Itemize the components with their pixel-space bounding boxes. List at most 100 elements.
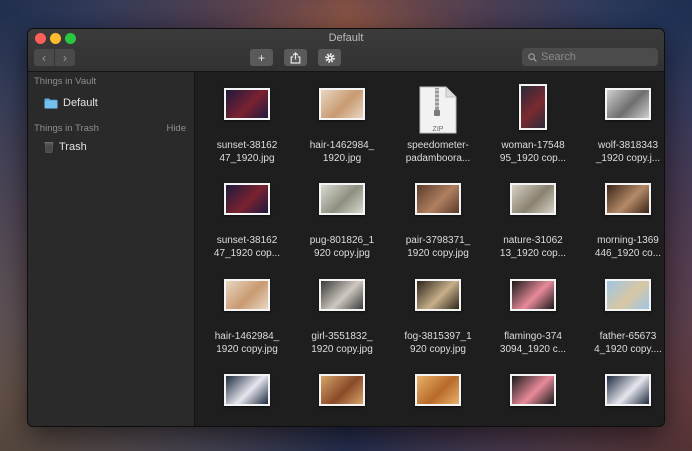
file-name-line: padamboora... [405, 153, 471, 164]
sidebar-item-trash[interactable]: Trash [44, 141, 87, 153]
search-icon [528, 52, 537, 62]
file-item[interactable] [582, 364, 664, 426]
app-window: Default ‹ › + Search Things in Vault Def… [27, 28, 665, 427]
file-name-line: 1920 copy.jpg [407, 248, 469, 259]
image-thumbnail [319, 88, 365, 120]
image-thumbnail [415, 374, 461, 406]
file-item[interactable] [392, 364, 484, 426]
file-thumbnail-wrap [296, 183, 388, 215]
image-thumbnail [224, 88, 270, 120]
file-thumbnail-wrap [201, 374, 293, 406]
file-grid: sunset-38162 47_1920.jpg hair-1462984_ 1920… [195, 72, 664, 426]
file-item[interactable]: father-65673 4_1920 copy.... [582, 269, 664, 359]
sidebar-item-default[interactable]: Default [44, 97, 98, 109]
file-item[interactable]: fog-3815397_1 920 copy.jpg [392, 269, 484, 359]
file-item[interactable]: hair-1462984_ 1920 copy.jpg [201, 269, 293, 359]
sidebar: Things in Vault Default Things in Trash … [28, 72, 195, 426]
file-thumbnail-wrap [582, 183, 664, 215]
image-thumbnail [415, 279, 461, 311]
file-item[interactable]: pug-801826_1 920 copy.jpg [296, 173, 388, 263]
file-item[interactable]: morning-1369 446_1920 co... [582, 173, 664, 263]
image-thumbnail [510, 183, 556, 215]
file-name-line: 1920.jpg [322, 153, 362, 164]
image-thumbnail [510, 279, 556, 311]
file-item[interactable]: sunset-38162 47_1920 cop... [201, 173, 293, 263]
file-name-line: 47_1920.jpg [219, 153, 275, 164]
vault-section-header: Things in Vault [34, 76, 97, 87]
title-bar: Default ‹ › + [28, 29, 664, 72]
file-name-line: woman-17548 [501, 140, 565, 151]
image-thumbnail [319, 183, 365, 215]
file-name-line: hair-1462984_ [214, 331, 280, 342]
file-name-line: 3094_1920 c... [499, 344, 567, 355]
image-thumbnail [605, 88, 651, 120]
file-item[interactable]: nature-31062 13_1920 cop... [487, 173, 579, 263]
file-name-line: girl-3551832_ [311, 331, 373, 342]
settings-button[interactable] [318, 49, 341, 66]
file-name-line: 13_1920 cop... [499, 248, 567, 259]
file-thumbnail-wrap [201, 183, 293, 215]
image-thumbnail [319, 279, 365, 311]
file-name-label: flamingo-374 3094_1920 c... [487, 330, 579, 356]
file-thumbnail-wrap [296, 279, 388, 311]
file-name-line: 95_1920 cop... [499, 153, 567, 164]
file-thumbnail-wrap [201, 279, 293, 311]
file-item[interactable]: hair-1462984_ 1920.jpg [296, 78, 388, 168]
file-name-line: 4_1920 copy.... [594, 344, 662, 355]
file-name-line: pug-801826_1 [309, 235, 375, 246]
sidebar-item-label: Default [63, 97, 98, 109]
image-thumbnail [605, 374, 651, 406]
back-button[interactable]: ‹ [34, 49, 54, 66]
file-thumbnail-wrap [201, 88, 293, 120]
file-name-label: wolf-3818343 _1920 copy.j... [582, 139, 664, 165]
forward-button[interactable]: › [55, 49, 75, 66]
file-name-label: morning-1369 446_1920 co... [582, 234, 664, 260]
file-thumbnail-wrap: ZIP [392, 86, 484, 134]
image-thumbnail [510, 374, 556, 406]
file-name-label: father-65673 4_1920 copy.... [582, 330, 664, 356]
plus-icon: + [257, 50, 265, 65]
file-item[interactable] [201, 364, 293, 426]
search-box[interactable] [522, 48, 658, 66]
file-thumbnail-wrap [487, 84, 579, 130]
file-item[interactable]: wolf-3818343 _1920 copy.j... [582, 78, 664, 168]
trash-icon [44, 141, 54, 153]
file-item[interactable] [296, 364, 388, 426]
file-item[interactable]: flamingo-374 3094_1920 c... [487, 269, 579, 359]
file-name-label: girl-3551832_ 1920 copy.jpg [296, 330, 388, 356]
file-name-label: hair-1462984_ 1920 copy.jpg [201, 330, 293, 356]
file-item[interactable]: girl-3551832_ 1920 copy.jpg [296, 269, 388, 359]
share-button[interactable] [284, 49, 307, 66]
add-item-button[interactable]: + [250, 49, 273, 66]
file-name-line: 920 copy.jpg [314, 248, 370, 259]
file-name-line: wolf-3818343 [597, 140, 659, 151]
file-item[interactable]: ZIP speedometer-padamboora... [392, 78, 484, 168]
file-item[interactable] [487, 364, 579, 426]
file-thumbnail-wrap [392, 279, 484, 311]
file-thumbnail-wrap [392, 183, 484, 215]
file-name-label: nature-31062 13_1920 cop... [487, 234, 579, 260]
image-thumbnail [224, 183, 270, 215]
file-thumbnail-wrap [487, 374, 579, 406]
file-name-label: woman-17548 95_1920 cop... [487, 139, 579, 165]
zip-badge: ZIP [432, 126, 444, 133]
folder-icon [44, 98, 58, 109]
file-thumbnail-wrap [582, 279, 664, 311]
file-item[interactable]: woman-17548 95_1920 cop... [487, 78, 579, 168]
chevron-left-icon: ‹ [42, 50, 46, 65]
search-input[interactable] [541, 51, 651, 63]
file-item[interactable]: pair-3798371_ 1920 copy.jpg [392, 173, 484, 263]
file-name-line: pair-3798371_ [405, 235, 471, 246]
file-thumbnail-wrap [582, 374, 664, 406]
file-name-label: pug-801826_1 920 copy.jpg [296, 234, 388, 260]
file-name-line: 920 copy.jpg [410, 344, 466, 355]
file-name-line: 47_1920 cop... [213, 248, 281, 259]
trash-section-header: Things in Trash [34, 123, 99, 134]
file-name-line: _1920 copy.j... [595, 153, 661, 164]
gear-icon [324, 52, 335, 63]
file-item[interactable]: sunset-38162 47_1920.jpg [201, 78, 293, 168]
hide-trash-button[interactable]: Hide [166, 123, 186, 134]
file-thumbnail-wrap [487, 279, 579, 311]
image-thumbnail [415, 183, 461, 215]
file-name-label: sunset-38162 47_1920.jpg [201, 139, 293, 165]
